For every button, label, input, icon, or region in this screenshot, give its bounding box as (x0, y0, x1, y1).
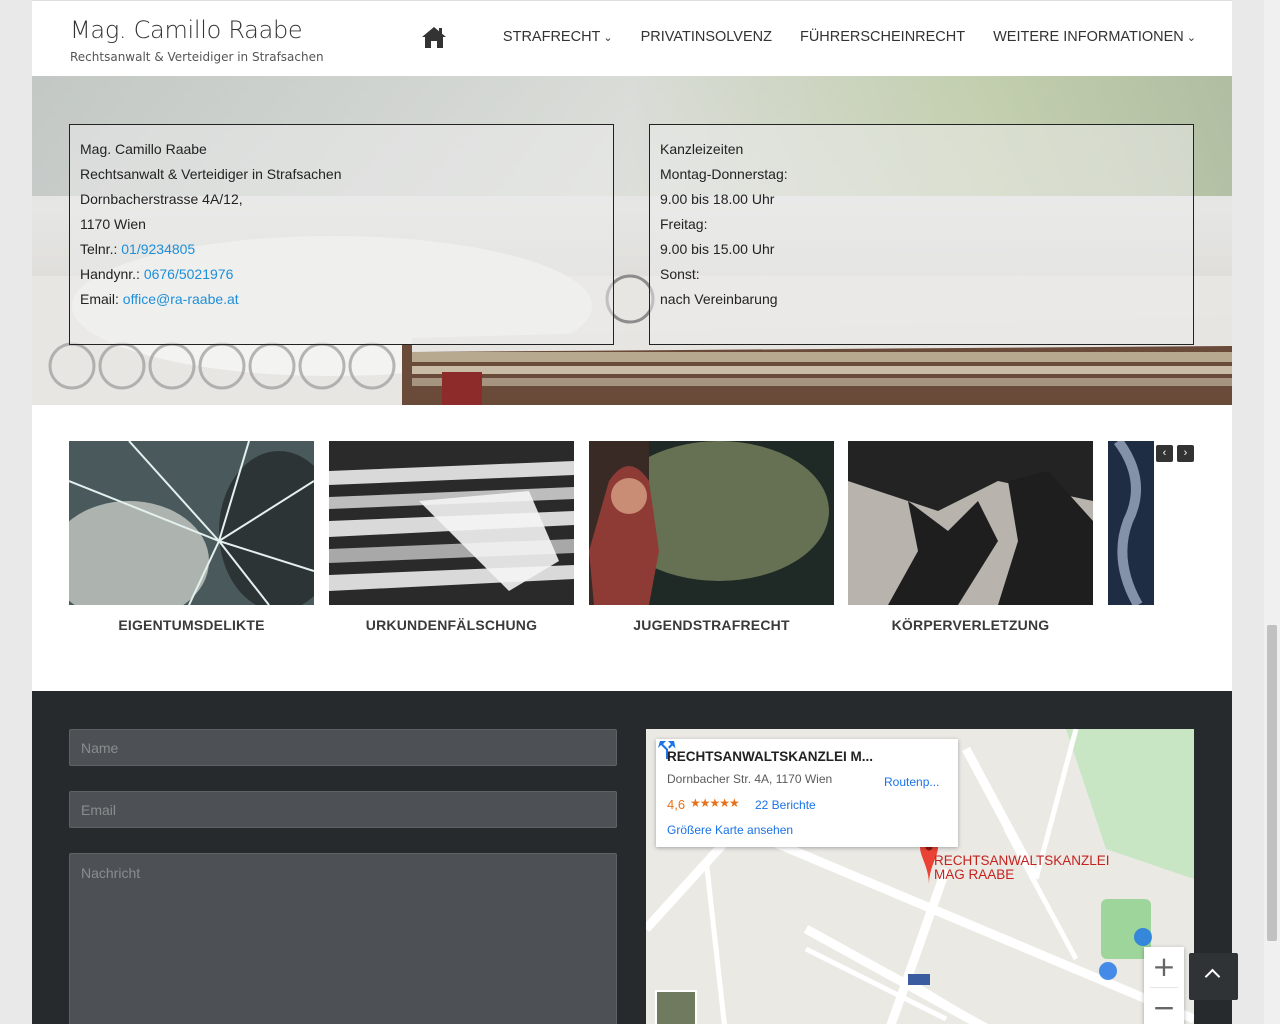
carousel-prev-button[interactable]: ‹ (1156, 445, 1173, 462)
message-textarea[interactable]: Nachricht (69, 853, 617, 1024)
home-icon[interactable] (421, 25, 447, 49)
site-header: Mag. Camillo Raabe Rechtsanwalt & Vertei… (32, 0, 1232, 76)
contact-email-row: Email: office@ra-raabe.at (80, 291, 239, 307)
practice-tile-eigentumsdelikte[interactable]: EIGENTUMSDELIKTE (69, 441, 314, 633)
practice-caption: KÖRPERVERLETZUNG (891, 617, 1050, 633)
name-input[interactable]: Name (69, 729, 617, 766)
broken-glass-image (69, 441, 314, 605)
contact-street: Dornbacherstrasse 4A/12, (80, 191, 243, 207)
email-link[interactable]: office@ra-raabe.at (123, 291, 239, 307)
main-nav: STRAFRECHT ⌄ PRIVATINSOLVENZ FÜHRERSCHEIN… (421, 25, 1196, 49)
hours-heading: Kanzleizeiten (660, 141, 744, 157)
practice-areas-carousel: EIGENTUMSDELIKTE URKUNDENFÄLSCHUNG JUGEN… (32, 405, 1232, 691)
zoom-in-button[interactable]: + (1144, 947, 1184, 987)
site-tagline: Rechtsanwalt & Verteidiger in Strafsache… (70, 50, 324, 64)
reviews-link[interactable]: 22 Berichte (755, 798, 816, 812)
practice-tile-urkundenfaelschung[interactable]: URKUNDENFÄLSCHUNG (329, 441, 574, 633)
email-input[interactable]: Email (69, 791, 617, 828)
practice-tile-jugendstrafrecht[interactable]: JUGENDSTRAFRECHT (589, 441, 834, 633)
nav-item-weitere-informationen[interactable]: WEITERE INFORMATIONEN ⌄ (993, 29, 1196, 45)
star-rating-icon: ★★★★★ (690, 796, 740, 810)
practice-caption: EIGENTUMSDELIKTE (118, 617, 265, 633)
scrollbar-thumb[interactable] (1267, 625, 1277, 941)
larger-map-link[interactable]: Größere Karte ansehen (667, 823, 793, 837)
page-scrollbar[interactable] (1264, 0, 1280, 1024)
hours-line: Sonst: (660, 266, 700, 282)
chevron-down-icon: ⌄ (1186, 32, 1196, 44)
contact-card: Mag. Camillo Raabe Rechtsanwalt & Vertei… (69, 124, 614, 345)
practice-caption: JUGENDSTRAFRECHT (633, 617, 790, 633)
place-name: RECHTSANWALTSKANZLEI M... (667, 749, 873, 764)
contact-name: Mag. Camillo Raabe (80, 141, 207, 157)
practice-caption: URKUNDENFÄLSCHUNG (365, 617, 538, 633)
mobile-link[interactable]: 0676/5021976 (144, 266, 234, 282)
contact-title: Rechtsanwalt & Verteidiger in Strafsache… (80, 166, 342, 182)
zoom-out-button[interactable]: − (1144, 988, 1184, 1024)
practice-tile-partial[interactable] (1108, 441, 1154, 605)
paper-stack-image (329, 441, 574, 605)
shadow-violence-image (848, 441, 1093, 605)
hours-line: Montag-Donnerstag: (660, 166, 788, 182)
contact-phone-row: Telnr.: 01/9234805 (80, 241, 196, 257)
place-rating: 4,6 (667, 797, 686, 812)
map-zoom-controls: + − (1144, 947, 1184, 1024)
carousel-next-button[interactable]: › (1177, 445, 1194, 462)
nav-item-privatinsolvenz[interactable]: PRIVATINSOLVENZ (641, 29, 772, 45)
contact-city: 1170 Wien (80, 216, 146, 232)
chevron-up-icon (1204, 968, 1221, 985)
site-title[interactable]: Mag. Camillo Raabe (70, 16, 303, 44)
page: Mag. Camillo Raabe Rechtsanwalt & Vertei… (32, 0, 1232, 1024)
youth-hoodie-image (589, 441, 834, 605)
route-planner-link[interactable]: Routenp... (884, 775, 939, 789)
map-pin-label: RECHTSANWALTSKANZLEI MAG RAABE (934, 853, 1110, 882)
practice-tile-koerperverletzung[interactable]: KÖRPERVERLETZUNG (848, 441, 1093, 633)
footer-section: Name Email Nachricht RECHTSANWALTSKANZLE… (32, 691, 1232, 1024)
hours-line: 9.00 bis 18.00 Uhr (660, 191, 775, 207)
google-map[interactable]: RECHTSANWALTSKANZLEI M... Dornbacher Str… (646, 729, 1194, 1024)
chevron-down-icon: ⌄ (603, 32, 613, 44)
nav-item-strafrecht[interactable]: STRAFRECHT ⌄ (503, 29, 613, 45)
contact-mobile-row: Handynr.: 0676/5021976 (80, 266, 234, 282)
hours-line: 9.00 bis 15.00 Uhr (660, 241, 775, 257)
hours-line: Freitag: (660, 216, 708, 232)
carousel-controls: ‹ › (1156, 445, 1198, 462)
hours-line: nach Vereinbarung (660, 291, 778, 307)
smoke-image (1108, 441, 1154, 605)
office-hours-card: Kanzleizeiten Montag-Donnerstag: 9.00 bi… (649, 124, 1194, 345)
nav-item-fuehrerscheinrecht[interactable]: FÜHRERSCHEINRECHT (800, 29, 965, 45)
place-info-card: RECHTSANWALTSKANZLEI M... Dornbacher Str… (656, 739, 958, 847)
phone-link[interactable]: 01/9234805 (121, 241, 195, 257)
hero-section: Mag. Camillo Raabe Rechtsanwalt & Vertei… (32, 76, 1232, 405)
scroll-to-top-button[interactable] (1189, 953, 1238, 1000)
directions-icon[interactable] (656, 739, 678, 761)
place-address: Dornbacher Str. 4A, 1170 Wien (667, 772, 833, 786)
